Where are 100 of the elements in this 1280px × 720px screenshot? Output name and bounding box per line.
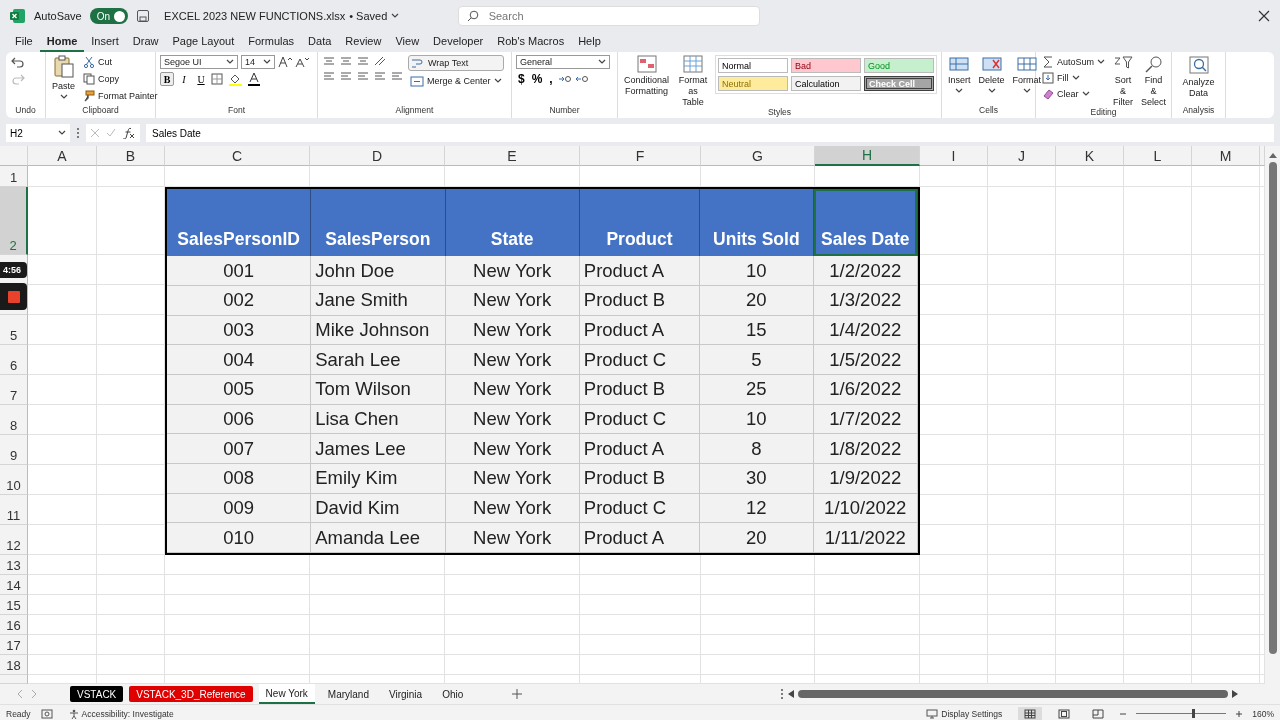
empty-cell[interactable] (988, 655, 1056, 675)
previous-sheet-icon[interactable] (16, 689, 24, 699)
empty-cell[interactable] (445, 615, 580, 635)
number-format-button[interactable]: % (529, 72, 545, 86)
empty-cell[interactable] (815, 635, 920, 655)
empty-cell[interactable] (920, 315, 988, 345)
empty-cell[interactable] (1056, 255, 1124, 285)
empty-cell[interactable] (1056, 615, 1124, 635)
empty-cell[interactable] (310, 166, 445, 187)
empty-cell[interactable] (1192, 655, 1260, 675)
empty-cell[interactable] (97, 187, 165, 255)
empty-cell[interactable] (920, 465, 988, 495)
empty-cell[interactable] (701, 166, 815, 187)
cell-style[interactable]: Bad (791, 58, 861, 73)
empty-cell[interactable] (1056, 375, 1124, 405)
empty-cell[interactable] (1192, 345, 1260, 375)
empty-cell[interactable] (1192, 635, 1260, 655)
empty-cell[interactable] (1192, 187, 1260, 255)
menu-tab[interactable]: Developer (426, 32, 491, 52)
empty-cell[interactable] (97, 575, 165, 595)
empty-cell[interactable] (920, 255, 988, 285)
empty-cell[interactable] (1260, 315, 1265, 345)
column-header[interactable]: B (97, 146, 165, 166)
empty-cell[interactable] (165, 575, 310, 595)
align-icon[interactable] (356, 70, 370, 82)
merge-center-button[interactable]: Merge & Center (408, 74, 504, 88)
column-header[interactable]: J (988, 146, 1056, 166)
scroll-up-icon[interactable] (1268, 152, 1277, 158)
caret-icon[interactable] (987, 87, 996, 94)
empty-cell[interactable] (1056, 166, 1124, 187)
empty-cell[interactable] (815, 575, 920, 595)
empty-cell[interactable] (1124, 315, 1192, 345)
row-header[interactable]: 13 (0, 555, 28, 575)
close-icon[interactable] (1258, 10, 1270, 22)
empty-cell[interactable] (1124, 555, 1192, 575)
empty-cell[interactable] (701, 595, 815, 615)
shrink-font-icon[interactable] (295, 56, 309, 68)
empty-cell[interactable] (1260, 615, 1265, 635)
empty-cell[interactable] (988, 615, 1056, 635)
empty-cell[interactable] (1192, 595, 1260, 615)
empty-cell[interactable] (988, 187, 1056, 255)
paste-button[interactable]: Paste (50, 55, 77, 100)
accessibility-button[interactable]: Accessibility: Investigate (62, 707, 180, 720)
increase-decimal-icon[interactable] (557, 73, 572, 85)
empty-cell[interactable] (920, 405, 988, 435)
font-color-icon[interactable] (247, 72, 261, 86)
conditional-formatting-button[interactable]: Conditional Formatting (622, 55, 672, 97)
align-icon[interactable] (322, 70, 336, 82)
format-as-table-button[interactable]: Format as Table (675, 55, 711, 108)
empty-cell[interactable] (815, 615, 920, 635)
empty-cell[interactable] (1124, 435, 1192, 465)
row-header[interactable]: 2 (0, 187, 28, 255)
empty-cell[interactable] (920, 187, 988, 255)
empty-cell[interactable] (1192, 555, 1260, 575)
sheet-tab[interactable]: Ohio (435, 686, 471, 702)
empty-cell[interactable] (165, 595, 310, 615)
empty-cell[interactable] (1056, 525, 1124, 555)
row-header[interactable]: 16 (0, 615, 28, 635)
empty-cell[interactable] (165, 635, 310, 655)
empty-cell[interactable] (310, 555, 445, 575)
font-style-button[interactable]: U (194, 72, 208, 86)
empty-cell[interactable] (1056, 285, 1124, 315)
row-header[interactable]: 18 (0, 655, 28, 675)
empty-cell[interactable] (988, 166, 1056, 187)
column-header[interactable]: F (580, 146, 701, 166)
row-header[interactable]: 10 (0, 465, 28, 495)
font-style-button[interactable]: I (177, 72, 191, 86)
empty-cell[interactable] (445, 575, 580, 595)
zoom-out-icon[interactable] (1120, 710, 1127, 717)
editing-button[interactable]: Find & Select (1139, 55, 1169, 108)
empty-cell[interactable] (1192, 525, 1260, 555)
empty-cell[interactable] (988, 555, 1056, 575)
empty-cell[interactable] (1260, 285, 1265, 315)
caret-icon[interactable] (1022, 87, 1031, 94)
menu-tab[interactable]: Draw (125, 32, 166, 52)
empty-cell[interactable] (920, 285, 988, 315)
column-header[interactable]: A (28, 146, 97, 166)
empty-cell[interactable] (1192, 255, 1260, 285)
number-format-button[interactable]: , (547, 72, 555, 86)
empty-cell[interactable] (701, 655, 815, 675)
autosave-toggle[interactable]: On (89, 8, 129, 24)
caret-icon[interactable] (1081, 91, 1090, 97)
column-header[interactable]: I (920, 146, 988, 166)
empty-cell[interactable] (1056, 635, 1124, 655)
empty-cell[interactable] (97, 285, 165, 315)
macro-record-icon[interactable] (40, 708, 53, 719)
column-header[interactable]: G (701, 146, 815, 166)
empty-cell[interactable] (920, 595, 988, 615)
empty-cell[interactable] (920, 615, 988, 635)
column-header[interactable]: K (1056, 146, 1124, 166)
empty-cell[interactable] (1260, 495, 1265, 525)
align-icon[interactable] (356, 55, 370, 67)
empty-cell[interactable] (1192, 465, 1260, 495)
empty-cell[interactable] (1056, 315, 1124, 345)
empty-cell[interactable] (97, 405, 165, 435)
empty-cell[interactable] (445, 166, 580, 187)
empty-cell[interactable] (701, 635, 815, 655)
empty-cell[interactable] (97, 525, 165, 555)
row-header[interactable] (0, 675, 28, 684)
empty-cell[interactable] (920, 345, 988, 375)
